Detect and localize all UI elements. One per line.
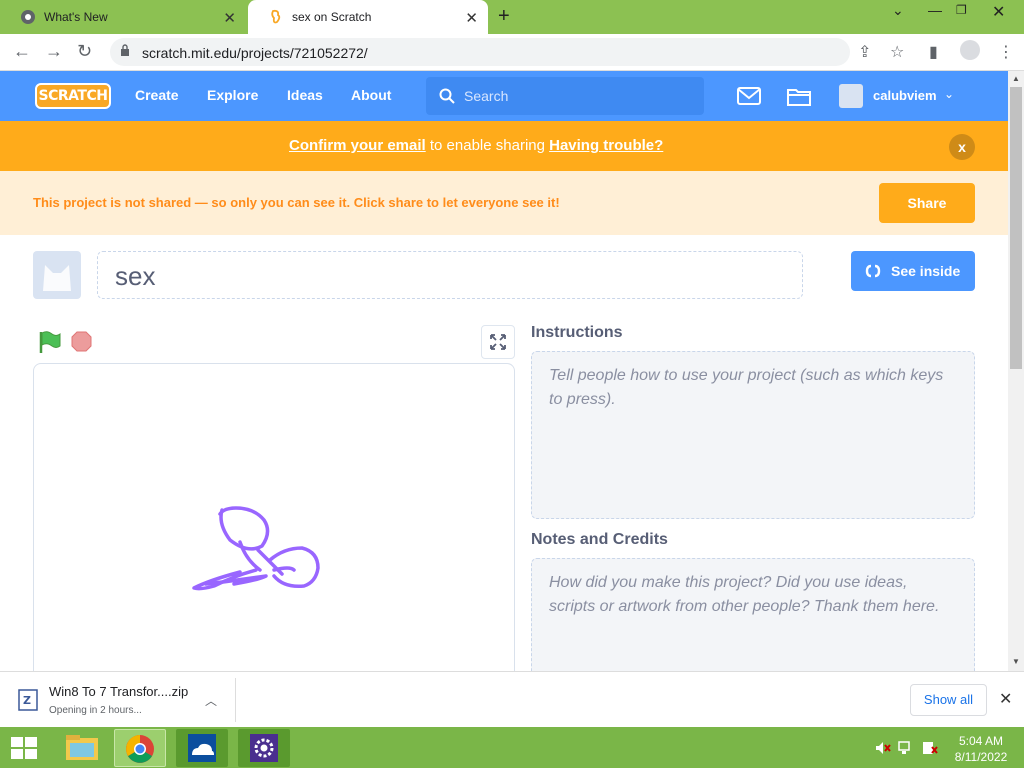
fullscreen-icon (490, 334, 506, 350)
scroll-down-icon[interactable]: ▼ (1012, 657, 1020, 666)
reload-icon[interactable]: ↻ (77, 41, 92, 62)
notes-credits-textarea[interactable]: How did you make this project? Did you u… (531, 558, 975, 678)
sprite-drawing (192, 506, 320, 591)
see-inside-button[interactable]: See inside (851, 251, 975, 291)
tab-search-chevron-icon[interactable]: ⌄ (892, 2, 904, 19)
close-tab-icon[interactable]: ✕ (223, 9, 236, 27)
green-flag-icon[interactable] (38, 330, 62, 354)
search-input[interactable] (464, 86, 684, 106)
cat-avatar-icon (43, 265, 71, 291)
page-scrollbar[interactable]: ▲ ▼ (1008, 71, 1024, 671)
volume-muted-icon[interactable] (875, 741, 891, 755)
fullscreen-button[interactable] (481, 325, 515, 359)
project-title: sex (115, 261, 156, 291)
download-status: Opening in 2 hours... (49, 705, 142, 716)
clock-time: 5:04 AM (958, 734, 1004, 748)
browser-tab-strip: What's New ✕ sex on Scratch ✕ + ⌄ — ❐ ✕ (0, 0, 1024, 34)
lock-icon (121, 44, 129, 56)
download-bar: Z Win8 To 7 Transfor....zip Opening in 2… (0, 671, 1024, 727)
search-icon (439, 88, 455, 104)
minimize-icon[interactable]: — (928, 2, 942, 18)
chrome-icon (21, 10, 35, 24)
confirm-email-banner: Confirm your email to enable sharing Hav… (0, 121, 1008, 171)
nav-ideas[interactable]: Ideas (287, 87, 323, 103)
back-icon[interactable]: ← (13, 41, 31, 62)
clock-date: 8/11/2022 (954, 750, 1008, 764)
download-filename[interactable]: Win8 To 7 Transfor....zip (49, 684, 188, 699)
zip-file-icon: Z (18, 689, 38, 711)
close-tab-icon[interactable]: ✕ (465, 9, 478, 27)
banner-middle-text: to enable sharing (425, 137, 550, 154)
tab-whats-new[interactable]: What's New ✕ (0, 0, 246, 34)
onedrive-icon[interactable] (176, 729, 228, 767)
confirm-email-link[interactable]: Confirm your email (289, 137, 426, 154)
scratch-navbar: SCRATCH Create Explore Ideas About calub… (0, 71, 1008, 121)
stop-icon[interactable] (71, 331, 92, 352)
new-tab-icon[interactable]: + (498, 5, 510, 28)
browser-toolbar: ← → ↻ scratch.mit.edu/projects/721052272… (0, 34, 1024, 71)
messages-icon[interactable] (737, 85, 761, 107)
username[interactable]: calubviem (873, 88, 937, 103)
windows-taskbar: 5:04 AM 8/11/2022 (0, 727, 1024, 768)
having-trouble-link[interactable]: Having trouble? (549, 137, 663, 154)
chevron-down-icon[interactable]: ⌄ (944, 87, 954, 101)
windows-start-icon[interactable] (10, 736, 38, 760)
side-panel-icon[interactable]: ▮ (929, 42, 938, 62)
svg-text:Z: Z (23, 694, 31, 707)
project-title-field[interactable]: sex (97, 251, 803, 299)
file-explorer-icon[interactable] (56, 729, 108, 767)
tab-scratch-project[interactable]: sex on Scratch ✕ (248, 0, 488, 34)
not-shared-notice: This project is not shared — so only you… (0, 171, 1008, 235)
divider (235, 678, 236, 722)
instructions-heading: Instructions (531, 324, 623, 341)
scroll-up-icon[interactable]: ▲ (1012, 74, 1020, 83)
notes-credits-heading: Notes and Credits (531, 531, 668, 548)
banner-message: Confirm your email to enable sharing Hav… (289, 137, 663, 154)
forward-icon[interactable]: → (45, 41, 63, 62)
restore-icon[interactable]: ❐ (956, 3, 967, 17)
bookmark-star-icon[interactable]: ☆ (890, 42, 904, 62)
tab-title: sex on Scratch (292, 10, 372, 24)
project-author-avatar[interactable] (33, 251, 81, 299)
chrome-taskbar-icon[interactable] (114, 729, 166, 767)
user-avatar[interactable] (839, 84, 863, 108)
nav-create[interactable]: Create (135, 87, 179, 103)
instructions-textarea[interactable]: Tell people how to use your project (suc… (531, 351, 975, 519)
scratch-favicon-icon (271, 9, 281, 24)
url-text: scratch.mit.edu/projects/721052272/ (142, 45, 368, 61)
network-icon[interactable] (898, 741, 914, 755)
profile-icon[interactable] (960, 40, 980, 60)
menu-kebab-icon[interactable]: ⋮ (998, 42, 1014, 62)
share-button[interactable]: Share (879, 183, 975, 223)
share-page-icon[interactable]: ⇪ (858, 42, 871, 62)
nav-about[interactable]: About (351, 87, 391, 103)
scrollbar-thumb[interactable] (1010, 87, 1022, 369)
nav-explore[interactable]: Explore (207, 87, 258, 103)
show-all-button[interactable]: Show all (910, 684, 987, 716)
not-shared-message: This project is not shared — so only you… (33, 195, 560, 210)
search-box (426, 77, 704, 115)
settings-gear-icon[interactable] (238, 729, 290, 767)
banner-close-button[interactable]: x (949, 134, 975, 160)
project-stage[interactable] (33, 363, 515, 673)
tab-title: What's New (44, 10, 108, 24)
system-clock[interactable]: 5:04 AM 8/11/2022 (950, 733, 1012, 765)
close-download-bar-icon[interactable]: ✕ (999, 689, 1012, 709)
window-close-icon[interactable]: ✕ (992, 2, 1005, 22)
action-center-icon[interactable] (922, 741, 938, 755)
my-stuff-folder-icon[interactable] (787, 85, 811, 107)
chevron-up-icon[interactable]: ︿ (205, 692, 217, 709)
scratch-logo[interactable]: SCRATCH (35, 83, 111, 109)
see-inside-icon (865, 264, 881, 278)
address-bar[interactable]: scratch.mit.edu/projects/721052272/ (110, 38, 850, 66)
see-inside-label: See inside (891, 263, 961, 279)
